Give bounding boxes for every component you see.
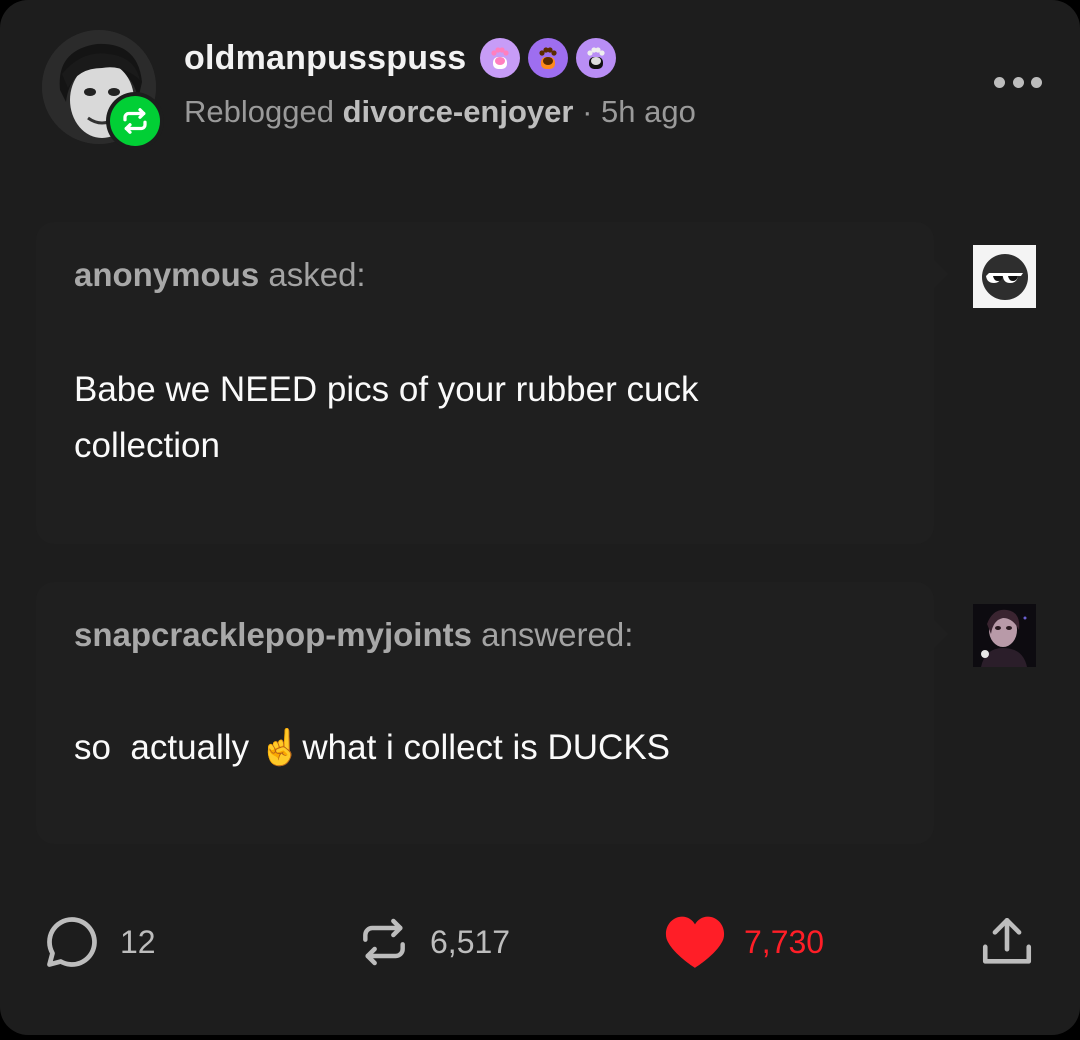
- answerer-name[interactable]: snapcracklepop-myjoints: [74, 616, 472, 653]
- paw-badge-icon[interactable]: [576, 38, 617, 78]
- post-header: oldmanpusspuss: [184, 36, 617, 80]
- blog-name[interactable]: oldmanpusspuss: [184, 39, 466, 78]
- like-action[interactable]: 7,730: [664, 912, 824, 972]
- comment-count: 12: [120, 923, 156, 960]
- ask-text: Babe we NEED pics of your rubber cuck co…: [74, 370, 699, 465]
- like-count: 7,730: [744, 923, 825, 960]
- reblog-icon: [123, 108, 147, 134]
- anonymous-avatar: [973, 245, 1036, 308]
- reblogged-label: Reblogged: [184, 94, 334, 129]
- answer-text-before: so actually: [74, 728, 259, 767]
- answerer-line: snapcracklepop-myjoints answered:: [74, 616, 633, 654]
- reblog-badge: [106, 92, 164, 150]
- paw-badge-icon[interactable]: [528, 38, 569, 78]
- answer-text-after: what i collect is DUCKS: [302, 728, 671, 767]
- paw-badge-icon[interactable]: [480, 38, 521, 78]
- comment-icon[interactable]: [42, 912, 102, 972]
- badge-list: [480, 38, 617, 78]
- asked-label: asked:: [268, 256, 366, 293]
- meta-separator: ·: [582, 94, 593, 129]
- answer-text: so actually ☝️what i collect is DUCKS: [74, 720, 894, 776]
- reblog-meta: Reblogged divorce-enjoyer · 5h ago: [184, 94, 696, 130]
- post-time[interactable]: 5h ago: [601, 94, 696, 129]
- answer-bubble: snapcracklepop-myjoints answered: so act…: [36, 582, 948, 844]
- reblog-count: 6,517: [430, 923, 511, 960]
- post-card: oldmanpusspuss Reblogged divorce-enjoyer…: [0, 0, 1080, 1035]
- reblog-action[interactable]: 6,517: [356, 912, 510, 972]
- ask-bubble: anonymous asked: Babe we NEED pics of yo…: [36, 222, 948, 544]
- bubble-tail: [934, 620, 948, 648]
- comment-action[interactable]: 12: [42, 912, 156, 972]
- answerer-avatar[interactable]: [973, 604, 1036, 667]
- share-action[interactable]: [978, 912, 1036, 972]
- asker-name: anonymous: [74, 256, 260, 293]
- more-icon[interactable]: [994, 70, 1042, 94]
- reblogged-from-link[interactable]: divorce-enjoyer: [343, 94, 574, 129]
- sunglasses-icon: [981, 253, 1028, 300]
- share-icon[interactable]: [978, 912, 1036, 972]
- answered-label: answered:: [481, 616, 634, 653]
- like-heart-icon[interactable]: [664, 912, 726, 972]
- pointing-up-emoji: ☝️: [258, 728, 303, 767]
- asker-line: anonymous asked:: [74, 256, 366, 294]
- bubble-tail: [934, 260, 948, 288]
- reblog-icon[interactable]: [356, 912, 412, 972]
